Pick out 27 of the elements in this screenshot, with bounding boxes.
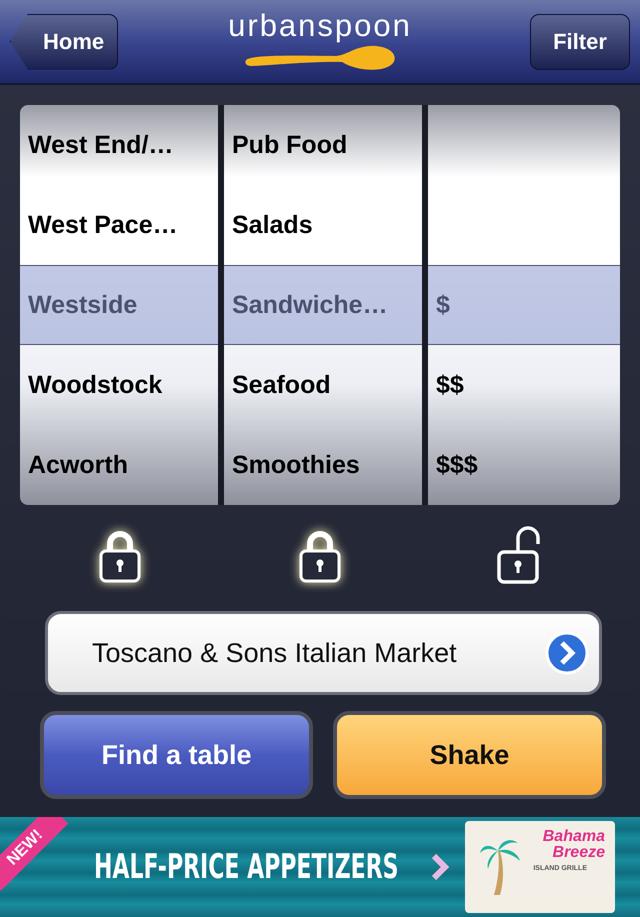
picker-row[interactable]: West End/… [20,105,218,185]
picker-row[interactable]: Salads [224,185,422,265]
picker-row[interactable]: $$ [428,345,620,425]
shake-button[interactable]: Shake [333,711,606,799]
brand-name: Bahama [542,829,605,845]
chevron-right-icon [430,852,450,882]
picker-wheel[interactable]: West End/… West Pace… Westside Woodstock Acworth [20,105,218,505]
brand-name: Breeze [552,845,605,861]
picker-row[interactable]: Smoothies [224,425,422,505]
picker-row[interactable]: Pub Food [224,105,422,185]
picker-wheel[interactable]: Pub Food Salads Sandwiche… Seafood Smoothies [224,105,422,505]
find-table-button[interactable]: Find a table [40,711,313,799]
banner-headline: HALF-PRICE APPETIZERS [94,847,399,887]
picker-row[interactable]: $ [428,265,620,345]
picker-row[interactable]: Sandwiche… [224,265,422,345]
picker-row[interactable]: Seafood [224,345,422,425]
picker-row[interactable]: Woodstock [20,345,218,425]
picker-row[interactable]: Westside [20,265,218,345]
restaurant-result-button[interactable]: Toscano & Sons Italian Market [45,611,602,695]
app-logo-text: urbanspoon [228,8,412,44]
filter-button[interactable]: Filter [530,14,630,70]
home-button[interactable]: Home [10,14,118,70]
picker-row[interactable]: $$$ [428,425,620,505]
picker-wheel[interactable]: $ $$ $$$ [428,105,620,505]
picker-row[interactable]: Acworth [20,425,218,505]
picker-row[interactable]: West Pace… [20,185,218,265]
chevron-right-icon [545,631,589,675]
